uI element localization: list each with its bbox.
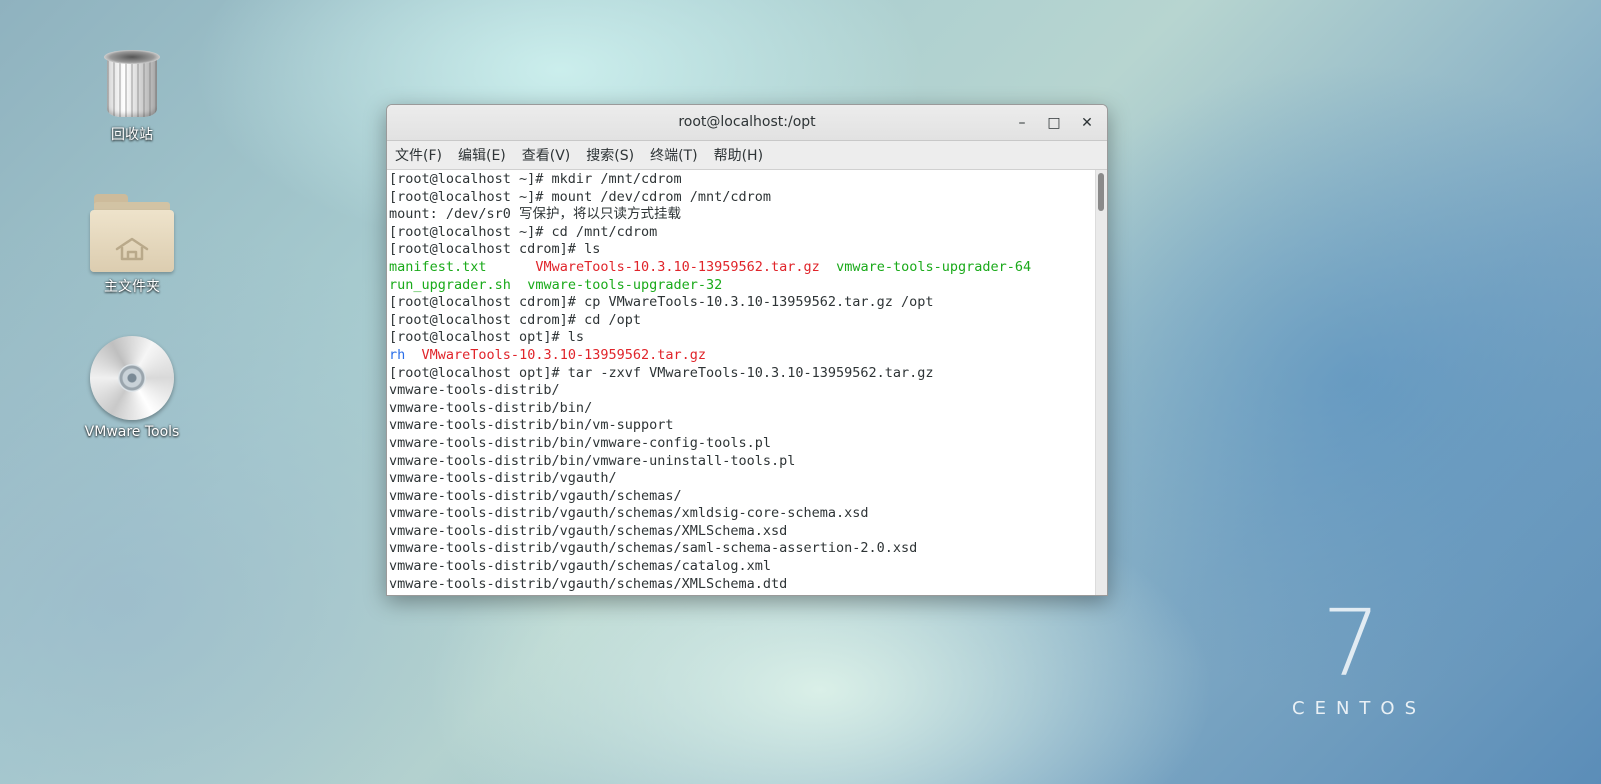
terminal-line: vmware-tools-distrib/vgauth/schemas/ [389,488,1095,506]
terminal-text-segment: vmware-tools-distrib/ [389,382,560,399]
terminal-line: vmware-tools-distrib/bin/vmware-config-t… [389,435,1095,453]
menu-bar: 文件(F) 编辑(E) 查看(V) 搜索(S) 终端(T) 帮助(H) [387,141,1107,170]
terminal-text-segment: [root@localhost opt]# tar -zxvf VMwareTo… [389,364,934,381]
terminal-text-segment: vmware-tools-distrib/vgauth/schemas/XMLS… [389,522,788,539]
terminal-line: [root@localhost opt]# ls [389,329,1095,347]
terminal-line: vmware-tools-distrib/vgauth/schemas/xmld… [389,505,1095,523]
terminal-text-segment: [root@localhost cdrom]# cd /opt [389,311,641,328]
close-button[interactable]: ✕ [1076,112,1098,134]
terminal-text-segment: vmware-tools-distrib/bin/vmware-uninstal… [389,452,796,469]
terminal-text-segment: [root@localhost ~]# mount /dev/cdrom /mn… [389,188,772,205]
window-title: root@localhost:/opt [678,114,816,130]
terminal-line: vmware-tools-distrib/bin/ [389,400,1095,418]
terminal-line: vmware-tools-distrib/vgauth/ [389,470,1095,488]
terminal-text-segment: manifest.txt [389,258,487,275]
terminal-text-segment: vmware-tools-distrib/vgauth/schemas/saml… [389,540,918,557]
terminal-text-segment: vmware-tools-distrib/vgauth/schemas/ [389,487,682,504]
terminal-line: [root@localhost ~]# mount /dev/cdrom /mn… [389,189,1095,207]
terminal-text-segment: vmware-tools-upgrader-32 [527,276,723,293]
terminal-line: rh VMwareTools-10.3.10-13959562.tar.gz [389,347,1095,365]
terminal-line: vmware-tools-distrib/vgauth/schemas/cata… [389,558,1095,576]
terminal-text-segment: [root@localhost cdrom]# cp VMwareTools-1… [389,294,934,311]
terminal-line: vmware-tools-distrib/ [389,382,1095,400]
terminal-text-segment: vmware-tools-distrib/bin/ [389,399,593,416]
terminal-text-segment: VMwareTools-10.3.10-13959562.tar.gz [535,258,820,275]
window-titlebar[interactable]: root@localhost:/opt – □ ✕ [387,105,1107,141]
desktop-icon-home-folder[interactable]: 主文件夹 [72,192,192,296]
trash-icon [104,50,160,120]
terminal-text-segment: rh [389,346,406,363]
terminal-line: run_upgrader.sh vmware-tools-upgrader-32 [389,277,1095,295]
menu-file[interactable]: 文件(F) [387,145,450,165]
terminal-text-segment: vmware-tools-upgrader-64 [836,258,1032,275]
terminal-text-segment: vmware-tools-distrib/bin/vm-support [389,417,674,434]
terminal-text-segment: vmware-tools-distrib/bin/vmware-config-t… [389,434,772,451]
terminal-text-segment: run_upgrader.sh [389,276,511,293]
menu-help[interactable]: 帮助(H) [706,145,771,165]
terminal-line: [root@localhost ~]# mkdir /mnt/cdrom [389,171,1095,189]
terminal-window[interactable]: root@localhost:/opt – □ ✕ 文件(F) 编辑(E) 查看… [386,104,1108,596]
menu-search[interactable]: 搜索(S) [578,145,642,165]
disc-icon [90,336,174,420]
terminal-text-segment: [root@localhost cdrom]# ls [389,241,601,258]
terminal-line: vmware-tools-distrib/vgauth/schemas/XMLS… [389,523,1095,541]
terminal-line: [root@localhost cdrom]# ls [389,241,1095,259]
terminal-text-segment: [root@localhost opt]# ls [389,329,585,346]
home-folder-icon [90,192,174,272]
terminal-text-segment: VMwareTools-10.3.10-13959562.tar.gz [421,346,707,363]
terminal-line: [root@localhost opt]# tar -zxvf VMwareTo… [389,365,1095,383]
centos-brand-word: CENTOS [1292,698,1426,719]
vertical-scrollbar[interactable] [1095,170,1107,595]
terminal-text-segment: vmware-tools-distrib/vgauth/ [389,470,617,487]
terminal-output-area[interactable]: [root@localhost ~]# mkdir /mnt/cdrom [roo… [387,170,1107,595]
menu-edit[interactable]: 编辑(E) [450,145,514,165]
terminal-text-segment: vmware-tools-distrib/vgauth/schemas/xmld… [389,505,869,522]
terminal-text-segment: vmware-tools-distrib/vgauth/schemas/XMLS… [389,575,788,592]
terminal-line: vmware-tools-distrib/bin/vmware-uninstal… [389,453,1095,471]
desktop-icon-trash[interactable]: 回收站 [72,50,192,144]
terminal-text-segment: vmware-tools-distrib/vgauth/schemas/cata… [389,558,772,575]
desktop-icon-label: VMware Tools [84,424,180,440]
desktop-icon-vmware-tools[interactable]: VMware Tools [72,336,192,440]
desktop-icon-label: 回收站 [111,127,153,143]
terminal-line: mount: /dev/sr0 写保护，将以只读方式挂载 [389,206,1095,224]
terminal-line: vmware-tools-distrib/vgauth/schemas/XMLS… [389,576,1095,594]
terminal-line: [root@localhost cdrom]# cp VMwareTools-1… [389,294,1095,312]
menu-view[interactable]: 查看(V) [514,145,579,165]
terminal-line: [root@localhost cdrom]# cd /opt [389,312,1095,330]
minimize-button[interactable]: – [1011,112,1033,134]
centos-brand-number: 7 [1322,590,1381,697]
terminal-line: manifest.txt VMwareTools-10.3.10-1395956… [389,259,1095,277]
maximize-button[interactable]: □ [1043,112,1065,134]
scrollbar-thumb[interactable] [1098,173,1104,211]
terminal-line: [root@localhost ~]# cd /mnt/cdrom [389,224,1095,242]
menu-terminal[interactable]: 终端(T) [642,145,705,165]
terminal-line: vmware-tools-distrib/vgauth/schemas/saml… [389,540,1095,558]
terminal-text-segment: mount: /dev/sr0 写保护，将以只读方式挂载 [389,206,682,223]
terminal-lines: [root@localhost ~]# mkdir /mnt/cdrom [roo… [389,171,1095,593]
desktop-icon-label: 主文件夹 [104,279,160,295]
terminal-line: vmware-tools-distrib/bin/vm-support [389,417,1095,435]
terminal-text-segment: [root@localhost ~]# mkdir /mnt/cdrom [389,171,682,187]
terminal-text-segment: [root@localhost ~]# cd /mnt/cdrom [389,223,658,240]
